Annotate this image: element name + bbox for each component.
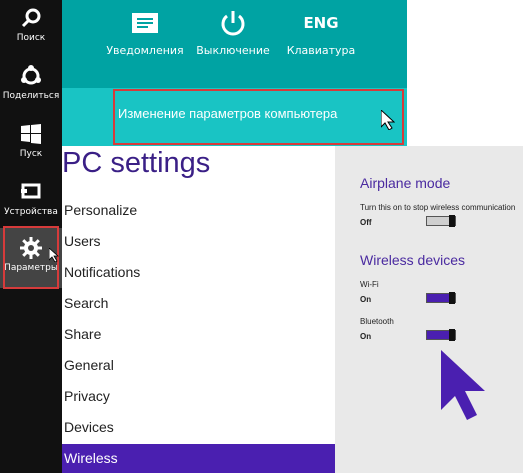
bluetooth-toggle[interactable]: [426, 329, 456, 341]
page-title: PC settings: [62, 147, 211, 179]
settings-link-highlight: [113, 89, 404, 145]
charm-search[interactable]: Поиск: [0, 6, 62, 43]
charm-label: Поиск: [16, 33, 46, 43]
devices-icon: [21, 183, 41, 199]
nav-item-wireless[interactable]: Wireless: [62, 444, 335, 473]
nav-item-users[interactable]: Users: [62, 229, 335, 253]
keyboard-button[interactable]: ENG Клавиатура: [276, 8, 366, 57]
notifications-icon: [132, 13, 158, 33]
nav-item-general[interactable]: General: [62, 353, 335, 377]
nav-item-share[interactable]: Share: [62, 322, 335, 346]
keyboard-label: Клавиатура: [286, 44, 356, 57]
wifi-label: Wi-Fi: [360, 280, 379, 289]
mouse-pointer-icon: [49, 248, 59, 262]
nav-item-search[interactable]: Search: [62, 291, 335, 315]
notifications-button[interactable]: Уведомления: [100, 8, 190, 57]
airplane-mode-title: Airplane mode: [360, 175, 451, 191]
charm-start[interactable]: Пуск: [0, 122, 62, 159]
wireless-devices-title: Wireless devices: [360, 252, 466, 268]
large-pointer-arrow-icon: [441, 350, 485, 420]
windows-logo-icon: [21, 124, 41, 144]
wifi-toggle[interactable]: [426, 292, 456, 304]
nav-item-privacy[interactable]: Privacy: [62, 384, 335, 408]
nav-item-personalize[interactable]: Personalize: [62, 198, 335, 222]
toggle-knob: [449, 215, 455, 227]
power-label: Выключение: [196, 44, 270, 57]
charm-label: Поделиться: [2, 91, 60, 101]
charm-share[interactable]: Поделиться: [0, 64, 62, 101]
notifications-label: Уведомления: [106, 44, 184, 57]
mouse-pointer-icon: [381, 110, 395, 130]
airplane-mode-state: Off: [360, 218, 372, 227]
keyboard-language-icon: ENG: [303, 14, 339, 32]
bluetooth-label: Bluetooth: [360, 317, 394, 326]
charm-label: Пуск: [19, 149, 43, 159]
nav-item-notifications[interactable]: Notifications: [62, 260, 335, 284]
search-icon: [21, 8, 41, 28]
wireless-settings-pane: [335, 146, 523, 473]
panel-right-blank: [407, 0, 523, 146]
nav-item-devices[interactable]: Devices: [62, 415, 335, 439]
toggle-knob: [449, 329, 455, 341]
power-icon: [221, 11, 245, 36]
charm-label: Устройства: [4, 207, 58, 217]
power-button[interactable]: Выключение: [188, 8, 278, 57]
toggle-knob: [449, 292, 455, 304]
airplane-mode-description: Turn this on to stop wireless communicat…: [360, 203, 516, 212]
bluetooth-state: On: [360, 332, 372, 341]
airplane-mode-toggle[interactable]: [426, 215, 456, 227]
wifi-state: On: [360, 295, 372, 304]
share-icon: [21, 65, 41, 85]
charm-devices[interactable]: Устройства: [0, 180, 62, 217]
